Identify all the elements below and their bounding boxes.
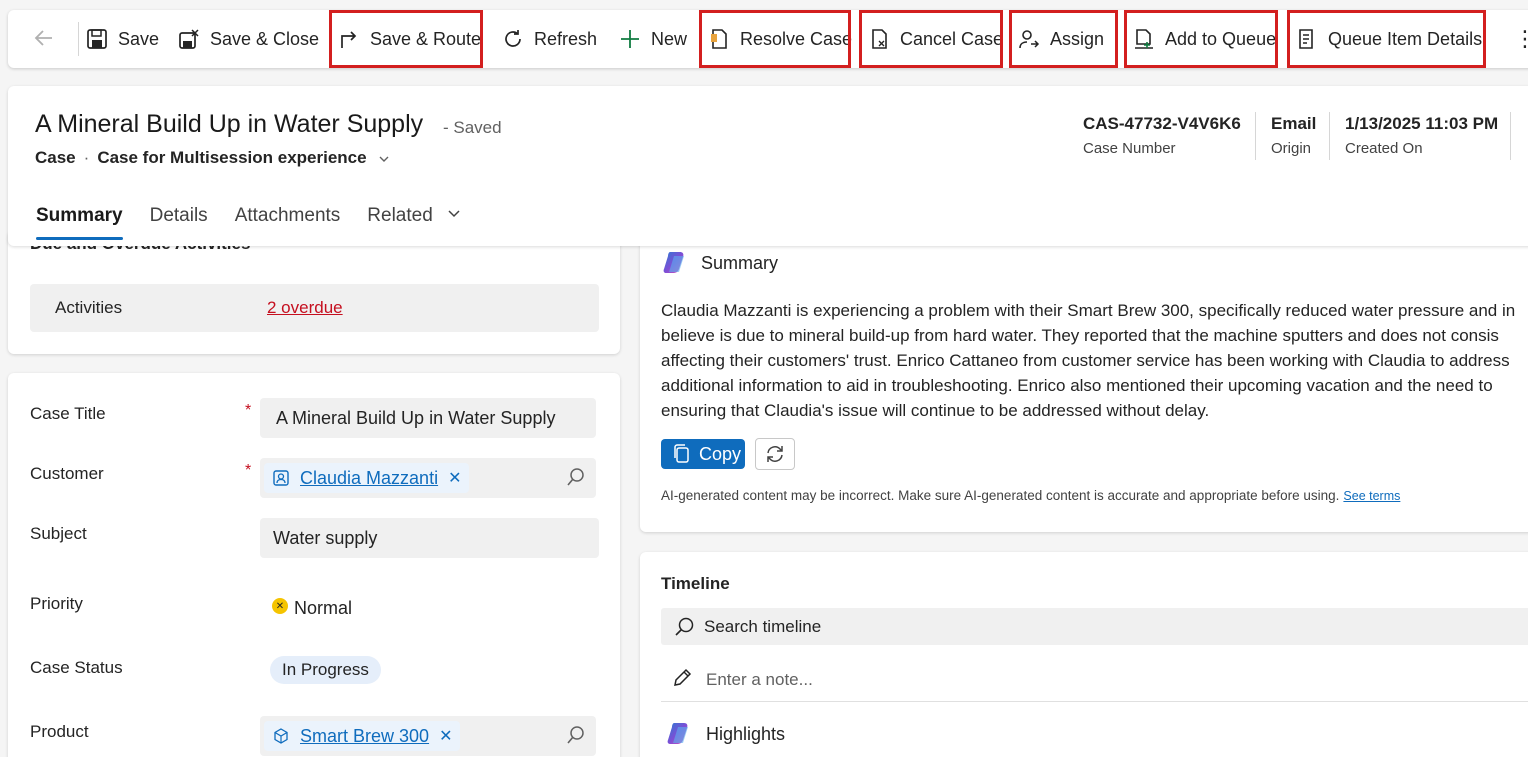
case-form-card: Case Title * A Mineral Build Up in Water… (8, 373, 620, 757)
note-input[interactable]: Enter a note... (661, 662, 1528, 702)
queue-details-icon (1296, 28, 1318, 50)
case-title-row: Case Title * A Mineral Build Up in Water… (30, 398, 600, 438)
route-icon (338, 28, 360, 50)
product-label: Product (30, 722, 89, 741)
activities-card: Due and Overdue Activities Activities 2 … (8, 230, 620, 354)
overdue-link[interactable]: 2 overdue (267, 298, 343, 318)
case-status-label: Case Status (30, 658, 123, 677)
save-icon (86, 28, 108, 50)
regenerate-button[interactable] (755, 438, 795, 470)
pencil-icon (674, 668, 692, 686)
tab-summary[interactable]: Summary (36, 194, 123, 240)
customer-label: Customer (30, 464, 104, 483)
search-icon[interactable] (566, 467, 586, 487)
customer-link[interactable]: Claudia Mazzanti (300, 468, 438, 489)
customer-tag: Claudia Mazzanti ✕ (264, 463, 470, 493)
divider (78, 22, 79, 56)
copilot-summary-card: Summary Claudia Mazzanti is experiencing… (640, 230, 1528, 532)
tab-related[interactable]: Related (367, 194, 462, 238)
search-icon (675, 617, 694, 636)
product-box-icon (274, 728, 288, 744)
status-badge: In Progress (270, 656, 381, 684)
priority-select[interactable]: ✕ Normal (260, 588, 596, 628)
case-title-input[interactable]: A Mineral Build Up in Water Supply (260, 398, 596, 438)
product-lookup[interactable]: Smart Brew 300 ✕ (260, 716, 596, 756)
product-link[interactable]: Smart Brew 300 (300, 726, 429, 747)
chevron-down-icon (448, 210, 460, 218)
more-commands-icon[interactable]: ⋮ (1514, 26, 1528, 52)
add-to-queue-icon (1133, 28, 1155, 50)
case-status-row: Case Status In Progress (30, 652, 600, 692)
assign-person-icon (1018, 28, 1040, 50)
new-button[interactable]: New (619, 10, 687, 68)
see-terms-link[interactable]: See terms (1343, 489, 1400, 503)
divider (1510, 112, 1511, 160)
command-bar: Save Save & Close Save & Route Refresh N… (8, 10, 1528, 68)
priority-row: Priority ✕ Normal (30, 588, 600, 628)
product-row: Product Smart Brew 300 ✕ (30, 716, 600, 756)
cancel-case-button[interactable]: Cancel Case (859, 10, 1003, 68)
tab-attachments[interactable]: Attachments (235, 194, 341, 238)
copy-icon (674, 444, 689, 463)
case-status-field: In Progress (260, 652, 596, 692)
subject-row: Subject Water supply (30, 518, 600, 558)
priority-normal-icon: ✕ (272, 598, 288, 614)
customer-lookup[interactable]: Claudia Mazzanti ✕ (260, 458, 596, 498)
origin-field: Email Origin (1271, 114, 1317, 157)
entity-name: Case (35, 148, 76, 167)
resolve-case-icon (708, 28, 730, 50)
resolve-case-button[interactable]: Resolve Case (699, 10, 852, 68)
copilot-icon (666, 719, 692, 745)
timeline-search[interactable]: Search timeline (661, 608, 1528, 645)
save-button[interactable]: Save (86, 10, 159, 68)
tab-details[interactable]: Details (150, 194, 208, 238)
required-marker: * (245, 402, 252, 419)
save-and-close-button[interactable]: Save & Close (178, 10, 319, 68)
record-header: A Mineral Build Up in Water Supply - Sav… (8, 86, 1528, 246)
customer-row: Customer * Claudia Mazzanti ✕ (30, 458, 600, 498)
breadcrumb-separator: · (83, 148, 90, 167)
case-title-label: Case Title (30, 404, 106, 423)
activities-label: Activities (55, 298, 123, 317)
assign-button[interactable]: Assign (1009, 10, 1118, 68)
remove-icon[interactable]: ✕ (448, 468, 461, 488)
highlights-heading[interactable]: Highlights (706, 724, 785, 745)
copilot-icon (662, 248, 688, 274)
queue-item-details-button[interactable]: Queue Item Details (1287, 10, 1486, 68)
copy-button[interactable]: Copy (661, 439, 745, 469)
divider (1329, 112, 1330, 160)
contact-card-icon (273, 470, 289, 486)
save-and-route-button[interactable]: Save & Route (329, 10, 483, 68)
ai-disclaimer: AI-generated content may be incorrect. M… (661, 488, 1401, 503)
cancel-case-icon (868, 28, 890, 50)
add-to-queue-button[interactable]: Add to Queue (1124, 10, 1278, 68)
created-on-field: 1/13/2025 11:03 PM Created On (1345, 114, 1499, 157)
summary-heading: Summary (701, 253, 779, 273)
plus-icon (619, 28, 641, 50)
activities-row: Activities 2 overdue (30, 284, 599, 332)
remove-icon[interactable]: ✕ (439, 726, 452, 746)
tab-list: Summary Details Attachments Related (36, 194, 489, 240)
back-arrow-icon[interactable] (32, 26, 58, 52)
form-selector[interactable]: Case for Multisession experience (97, 148, 366, 167)
chevron-down-icon[interactable] (377, 152, 391, 166)
page-title: A Mineral Build Up in Water Supply (35, 110, 424, 138)
summary-text: Claudia Mazzanti is experiencing a probl… (661, 301, 1516, 420)
product-tag: Smart Brew 300 ✕ (264, 721, 461, 751)
case-number-field: CAS-47732-V4V6K6 Case Number (1083, 114, 1241, 157)
search-icon[interactable] (566, 725, 586, 745)
subject-input[interactable]: Water supply (260, 518, 599, 558)
timeline-card: Timeline Search timeline Enter a note...… (640, 552, 1528, 757)
timeline-heading: Timeline (661, 574, 730, 593)
regenerate-icon (767, 446, 783, 462)
required-marker: * (245, 462, 252, 479)
breadcrumb: Case · Case for Multisession experience (35, 148, 391, 168)
priority-label: Priority (30, 594, 83, 613)
save-close-icon (178, 28, 200, 50)
divider (1255, 112, 1256, 160)
subject-label: Subject (30, 524, 87, 543)
refresh-icon (502, 28, 524, 50)
save-status: - Saved (443, 118, 502, 137)
refresh-button[interactable]: Refresh (502, 10, 597, 68)
